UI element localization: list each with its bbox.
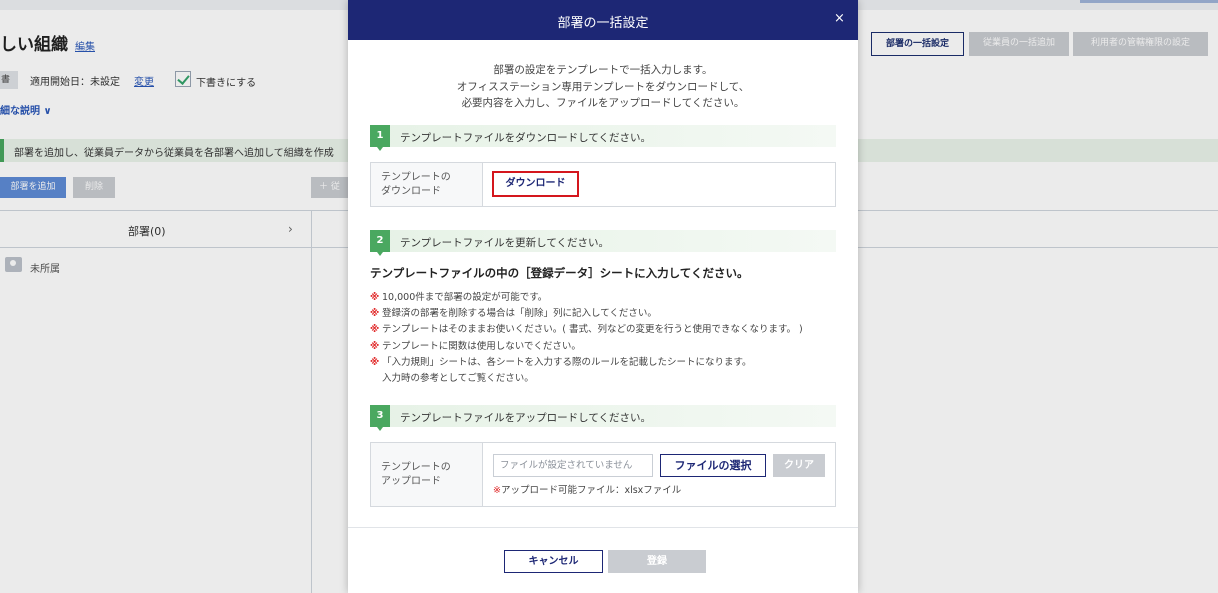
intro-line: オフィスステーション専用テンプレートをダウンロードして、	[456, 80, 750, 93]
note-item: ※ 「入力規則」シートは、各シートを入力する際のルールを記載したシートになります。…	[370, 355, 840, 387]
modal-header: 部署の一括設定 ×	[348, 0, 858, 40]
step-number: 3	[370, 405, 390, 431]
download-button[interactable]: ダウンロード	[492, 171, 579, 197]
note-text: テンプレートに関数は使用しないでください。	[382, 340, 581, 352]
note-mark: ※	[370, 340, 380, 352]
sheet-heading: テンプレートファイルの中の［登録データ］シートに入力してください。	[370, 266, 749, 280]
upload-hint: ※アップロード可能ファイル：xlsxファイル	[493, 482, 681, 496]
hint-mark: ※	[493, 485, 501, 496]
note-text: テンプレートはそのままお使いください。( 書式、列などの変更を行うと使用できなく…	[382, 324, 803, 336]
download-row: テンプレートの ダウンロード	[370, 162, 836, 207]
note-mark: ※	[370, 324, 380, 336]
step-label: テンプレートファイルをダウンロードしてください。	[400, 132, 652, 144]
register-button[interactable]: 登録	[608, 550, 706, 573]
step-number: 1	[370, 125, 390, 151]
note-continuation: 入力時の参考としてご覧ください。	[382, 373, 534, 385]
bulk-dept-modal: 部署の一括設定 × 部署の設定をテンプレートで一括入力します。 オフィスステーシ…	[348, 0, 858, 593]
step-3-header: 3 テンプレートファイルをアップロードしてください。	[370, 405, 836, 431]
note-text: 10,000件まで部署の設定が可能です。	[382, 292, 548, 303]
hint-text: アップロード可能ファイル：xlsxファイル	[500, 485, 682, 496]
note-text: 「入力規則」シートは、各シートを入力する際のルールを記載したシートになります。	[382, 356, 752, 368]
note-text: 登録済の部署を削除する場合は「削除」列に記入してください。	[382, 308, 657, 320]
row-label-line: テンプレートの	[381, 172, 451, 183]
note-item: ※ 登録済の部署を削除する場合は「削除」列に記入してください。	[370, 306, 840, 322]
note-mark: ※	[370, 292, 380, 303]
modal-title: 部署の一括設定	[557, 16, 649, 31]
step-label: テンプレートファイルを更新してください。	[400, 237, 610, 249]
close-icon[interactable]: ×	[834, 11, 845, 26]
file-select-button[interactable]: ファイルの選択	[660, 454, 766, 477]
note-item: ※ テンプレートはそのままお使いください。( 書式、列などの変更を行うと使用できな…	[370, 322, 840, 338]
row-label-line: アップロード	[381, 476, 441, 487]
intro-text: 部署の設定をテンプレートで一括入力します。 オフィスステーション専用テンプレート…	[348, 62, 858, 112]
download-row-label: テンプレートの ダウンロード	[371, 163, 483, 206]
upload-row-label: テンプレートの アップロード	[371, 443, 483, 506]
row-label-line: テンプレートの	[381, 462, 451, 473]
step-label: テンプレートファイルをアップロードしてください。	[400, 412, 652, 424]
file-name-input[interactable]: ファイルが設定されていません	[493, 454, 653, 477]
note-item: ※ テンプレートに関数は使用しないでください。	[370, 339, 840, 355]
cancel-button[interactable]: キャンセル	[504, 550, 603, 573]
note-mark: ※	[370, 308, 380, 320]
step-1-header: 1 テンプレートファイルをダウンロードしてください。	[370, 125, 836, 151]
note-item: ※ 10,000件まで部署の設定が可能です。	[370, 290, 840, 306]
notes-list: ※ 10,000件まで部署の設定が可能です。 ※ 登録済の部署を削除する場合は「削除…	[370, 290, 840, 387]
intro-line: 必要内容を入力し、ファイルをアップロードしてください。	[461, 97, 745, 109]
step-number: 2	[370, 230, 390, 256]
clear-button[interactable]: クリア	[773, 454, 825, 477]
footer-divider	[348, 527, 858, 528]
intro-line: 部署の設定をテンプレートで一括入力します。	[493, 64, 713, 76]
row-label-line: ダウンロード	[381, 186, 441, 197]
note-mark: ※	[370, 356, 380, 368]
step-2-header: 2 テンプレートファイルを更新してください。	[370, 230, 836, 256]
